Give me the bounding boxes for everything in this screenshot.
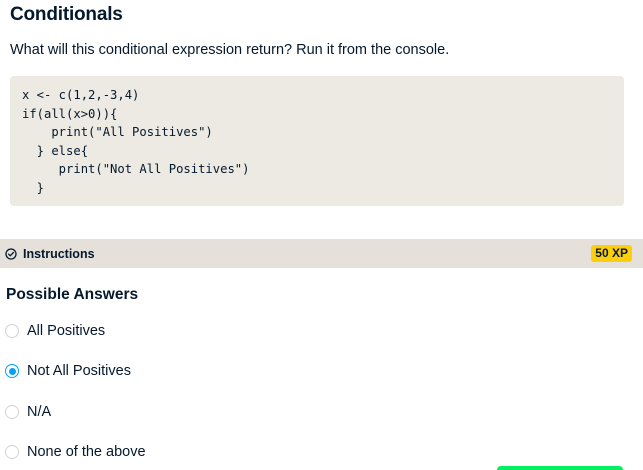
- instructions-bar[interactable]: Instructions 50 XP: [0, 239, 643, 268]
- instructions-label: Instructions: [23, 246, 95, 261]
- answer-label: N/A: [27, 404, 52, 420]
- exercise-title: Conditionals: [10, 4, 123, 25]
- exercise-page: Conditionals What will this conditional …: [0, 0, 643, 470]
- code-line: }: [22, 180, 45, 195]
- code-line: print("All Positives"): [22, 125, 213, 140]
- answer-option-not-all-positives[interactable]: Not All Positives: [5, 359, 131, 383]
- instructions-header[interactable]: Instructions: [5, 239, 95, 268]
- code-line: if(all(x>0)){: [22, 106, 118, 121]
- answer-label: Not All Positives: [27, 363, 131, 379]
- xp-badge: 50 XP: [591, 245, 632, 262]
- answer-label: All Positives: [27, 323, 106, 339]
- answer-label: None of the above: [27, 444, 146, 460]
- radio-button-selected[interactable]: [5, 364, 19, 378]
- submit-answer-button[interactable]: [497, 466, 623, 470]
- possible-answers-heading: Possible Answers: [6, 286, 139, 303]
- code-block: x <- c(1,2,-3,4) if(all(x>0)){ print("Al…: [10, 76, 624, 206]
- answer-option-na[interactable]: N/A: [5, 400, 51, 424]
- code-line: print("Not All Positives"): [22, 162, 250, 177]
- radio-button[interactable]: [5, 445, 19, 459]
- check-circle-icon: [5, 247, 17, 260]
- exercise-question: What will this conditional expression re…: [10, 42, 450, 58]
- radio-button[interactable]: [5, 324, 19, 338]
- code-line: x <- c(1,2,-3,4): [22, 88, 140, 102]
- answer-option-all-positives[interactable]: All Positives: [5, 319, 105, 343]
- radio-button[interactable]: [5, 405, 19, 419]
- code-line: } else{: [22, 143, 89, 158]
- answer-option-none-of-the-above[interactable]: None of the above: [5, 440, 146, 464]
